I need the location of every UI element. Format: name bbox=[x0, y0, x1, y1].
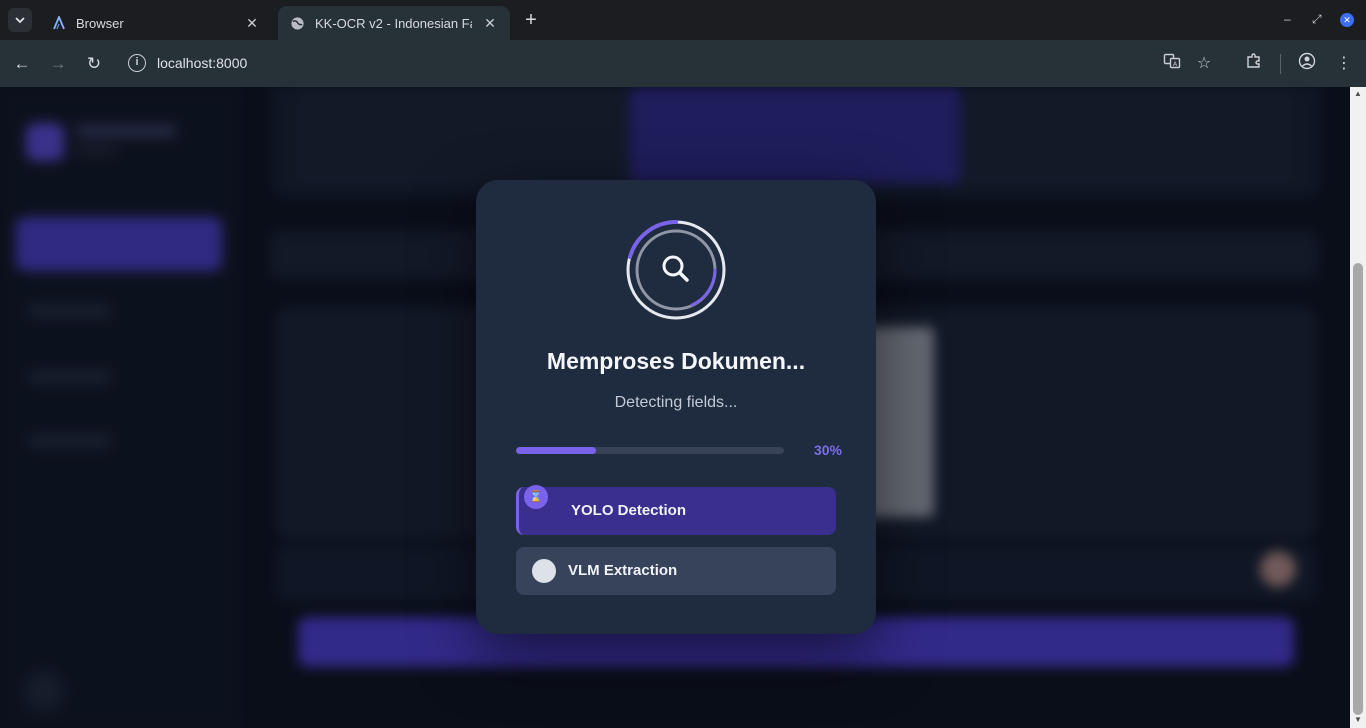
tab-search-button[interactable] bbox=[8, 8, 32, 32]
step-label: YOLO Detection bbox=[571, 502, 687, 519]
page-scrollbar[interactable]: ▲ ▼ bbox=[1350, 87, 1366, 728]
reload-icon[interactable]: ↻ bbox=[82, 52, 106, 76]
maximize-button[interactable]: ⤢ bbox=[1312, 12, 1322, 27]
tab-title: KK-OCR v2 - Indonesian Fam bbox=[315, 15, 472, 31]
globe-icon bbox=[291, 16, 304, 30]
progress-percent: 30% bbox=[813, 442, 842, 458]
hourglass-icon: ⌛ bbox=[524, 485, 548, 509]
scroll-up-arrow-icon[interactable]: ▲ bbox=[1354, 89, 1362, 98]
extensions-icon[interactable] bbox=[1242, 52, 1266, 76]
tab-browser[interactable]: Browser ✕ bbox=[40, 6, 272, 40]
browser-toolbar: ← → ↻ i localhost:8000 A ☆ ⋮ bbox=[0, 40, 1366, 87]
translate-glyph: A bbox=[1163, 53, 1181, 69]
menu-icon[interactable]: ⋮ bbox=[1332, 52, 1356, 76]
progress-bar bbox=[516, 447, 784, 454]
translate-icon[interactable]: A bbox=[1160, 52, 1184, 76]
puzzle-glyph bbox=[1247, 53, 1260, 68]
close-icon[interactable]: ✕ bbox=[244, 15, 260, 32]
progress-fill bbox=[516, 447, 597, 454]
status-text: Detecting fields... bbox=[614, 394, 738, 411]
new-tab-button[interactable]: + bbox=[520, 9, 542, 31]
processing-modal: Memproses Dokumen... Detecting fields...… bbox=[476, 180, 876, 634]
modal-title: Memproses Dokumen... bbox=[546, 348, 806, 374]
minimize-button[interactable]: – bbox=[1284, 12, 1291, 26]
info-icon[interactable]: i bbox=[128, 54, 146, 72]
scroll-thumb[interactable] bbox=[1353, 263, 1363, 715]
search-spinner-icon bbox=[626, 220, 726, 320]
window-close-button[interactable]: ✕ bbox=[1340, 13, 1354, 27]
person-glyph bbox=[1298, 52, 1316, 70]
tab-title: Browser bbox=[76, 15, 124, 31]
close-icon[interactable]: ✕ bbox=[482, 15, 498, 32]
address-bar[interactable]: localhost:8000 bbox=[157, 55, 247, 71]
browser-tab-bar: Browser ✕ KK-OCR v2 - Indonesian Fam ✕ +… bbox=[0, 0, 1366, 40]
pending-circle-icon bbox=[532, 559, 556, 583]
tab-kk-ocr[interactable]: KK-OCR v2 - Indonesian Fam ✕ bbox=[278, 6, 510, 40]
app-logo-icon bbox=[53, 16, 65, 30]
step-label: VLM Extraction bbox=[568, 562, 678, 579]
back-arrow-icon[interactable]: ← bbox=[10, 52, 34, 76]
forward-arrow-icon[interactable]: → bbox=[46, 52, 70, 76]
step-yolo-detection: ⌛ YOLO Detection bbox=[516, 485, 836, 535]
scroll-down-arrow-icon[interactable]: ▼ bbox=[1354, 715, 1362, 724]
profile-icon[interactable] bbox=[1295, 52, 1319, 76]
star-icon[interactable]: ☆ bbox=[1192, 52, 1216, 76]
step-vlm-extraction: VLM Extraction bbox=[516, 547, 836, 595]
chevron-down-icon bbox=[15, 17, 25, 24]
toolbar-divider bbox=[1280, 54, 1281, 74]
